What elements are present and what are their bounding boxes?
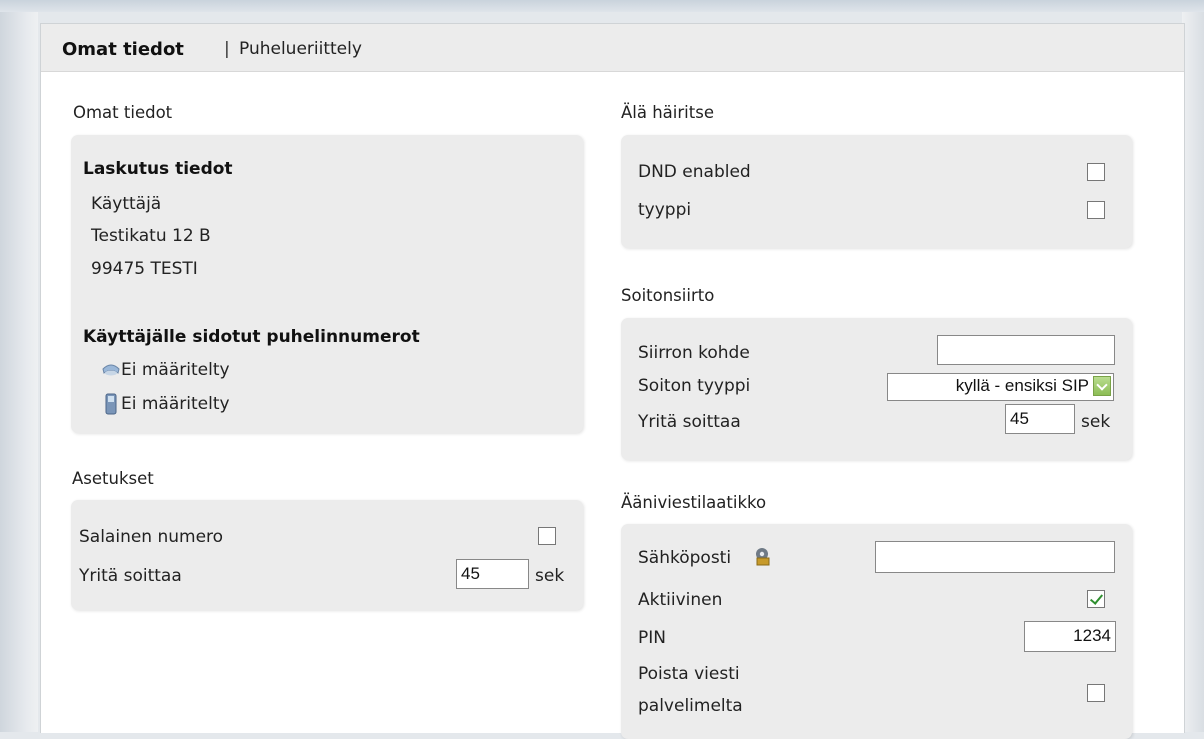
background-right — [1182, 12, 1204, 732]
secret-number-checkbox[interactable] — [538, 527, 556, 545]
billing-street: Testikatu 12 B — [91, 226, 211, 246]
own-info-panel: Laskutus tiedot Käyttäjä Testikatu 12 B … — [71, 135, 583, 433]
voicemail-title: Ääniviestilaatikko — [621, 493, 767, 512]
dnd-type-checkbox[interactable] — [1087, 201, 1105, 219]
voicemail-active-checkbox[interactable] — [1087, 590, 1105, 608]
dnd-enabled-checkbox[interactable] — [1087, 163, 1105, 181]
dnd-type-label: tyyppi — [638, 200, 692, 220]
billing-title: Laskutus tiedot — [83, 159, 233, 179]
numbers-title: Käyttäjälle sidotut puhelinnumerot — [83, 327, 420, 347]
voicemail-active-label: Aktiivinen — [638, 590, 723, 610]
call-type-select[interactable]: kyllä - ensiksi SIP — [887, 373, 1114, 401]
forward-try-call-input[interactable]: 45 — [1005, 404, 1075, 434]
secret-number-label: Salainen numero — [79, 527, 224, 547]
own-info-title: Omat tiedot — [73, 103, 173, 122]
tab-separator: | — [224, 39, 230, 59]
email-label: Sähköposti — [638, 548, 732, 568]
email-settings-icon[interactable] — [751, 544, 775, 573]
forward-unit-label: sek — [1081, 412, 1111, 432]
delete-message-label-line1: Poista viesti — [638, 664, 740, 684]
landline-number: Ei määritelty — [121, 360, 230, 380]
dnd-panel: DND enabled tyyppi — [621, 135, 1132, 248]
dnd-enabled-label: DND enabled — [638, 162, 751, 182]
settings-unit-label: sek — [535, 566, 565, 586]
background-left — [0, 12, 38, 732]
landline-phone-icon — [101, 359, 121, 382]
call-type-label: Soiton tyyppi — [638, 376, 751, 396]
forward-target-input[interactable] — [937, 335, 1115, 365]
mobile-number: Ei määritelty — [121, 394, 230, 414]
billing-user: Käyttäjä — [91, 194, 162, 214]
pin-label: PIN — [638, 628, 666, 648]
background-top — [0, 0, 1204, 12]
forward-target-label: Siirron kohde — [638, 343, 750, 363]
tab-puhelueriittely[interactable]: Puhelueriittely — [239, 39, 362, 59]
settings-window: Omat tiedot | Puhelueriittely Omat tiedo… — [40, 23, 1185, 739]
settings-try-call-input[interactable]: 45 — [456, 559, 529, 589]
call-type-value: kyllä - ensiksi SIP — [955, 376, 1089, 395]
delete-message-label-line2: palvelimelta — [638, 696, 743, 716]
delete-message-checkbox[interactable] — [1087, 684, 1105, 702]
settings-title: Asetukset — [72, 469, 154, 488]
forwarding-title: Soitonsiirto — [621, 286, 715, 305]
tab-omat-tiedot[interactable]: Omat tiedot — [62, 39, 184, 60]
forwarding-panel: Siirron kohde Soiton tyyppi kyllä - ensi… — [621, 318, 1132, 460]
pin-input[interactable]: 1234 — [1024, 621, 1116, 652]
chevron-down-icon[interactable] — [1093, 376, 1111, 396]
dnd-title: Älä häiritse — [621, 103, 714, 122]
email-input[interactable] — [875, 541, 1115, 573]
forward-try-call-label: Yritä soittaa — [638, 412, 741, 432]
voicemail-panel: Sähköposti Aktiivinen PIN 1234 Poista vi… — [621, 524, 1132, 739]
mobile-phone-icon — [105, 393, 117, 420]
settings-try-call-label: Yritä soittaa — [79, 566, 182, 586]
tab-header: Omat tiedot | Puhelueriittely — [41, 24, 1184, 72]
billing-postal: 99475 TESTI — [91, 259, 198, 279]
settings-panel: Salainen numero Yritä soittaa 45 sek — [71, 500, 583, 610]
